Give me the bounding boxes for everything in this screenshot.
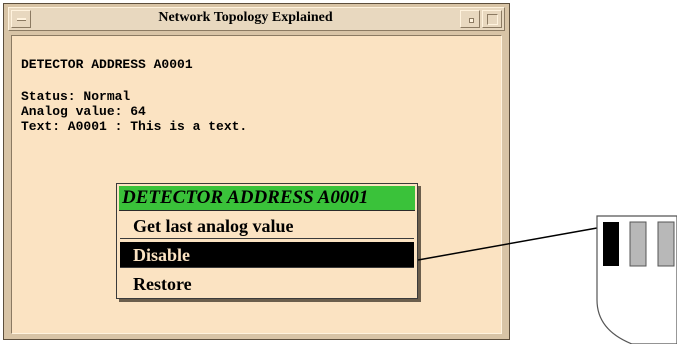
- callout-graphic: [417, 215, 677, 344]
- detector-device-icon: [596, 215, 677, 344]
- device-pin-black: [603, 222, 619, 266]
- device-pin-gray-1: [629, 221, 647, 267]
- callout-line: [417, 227, 598, 261]
- device-pin-gray-2: [657, 221, 675, 267]
